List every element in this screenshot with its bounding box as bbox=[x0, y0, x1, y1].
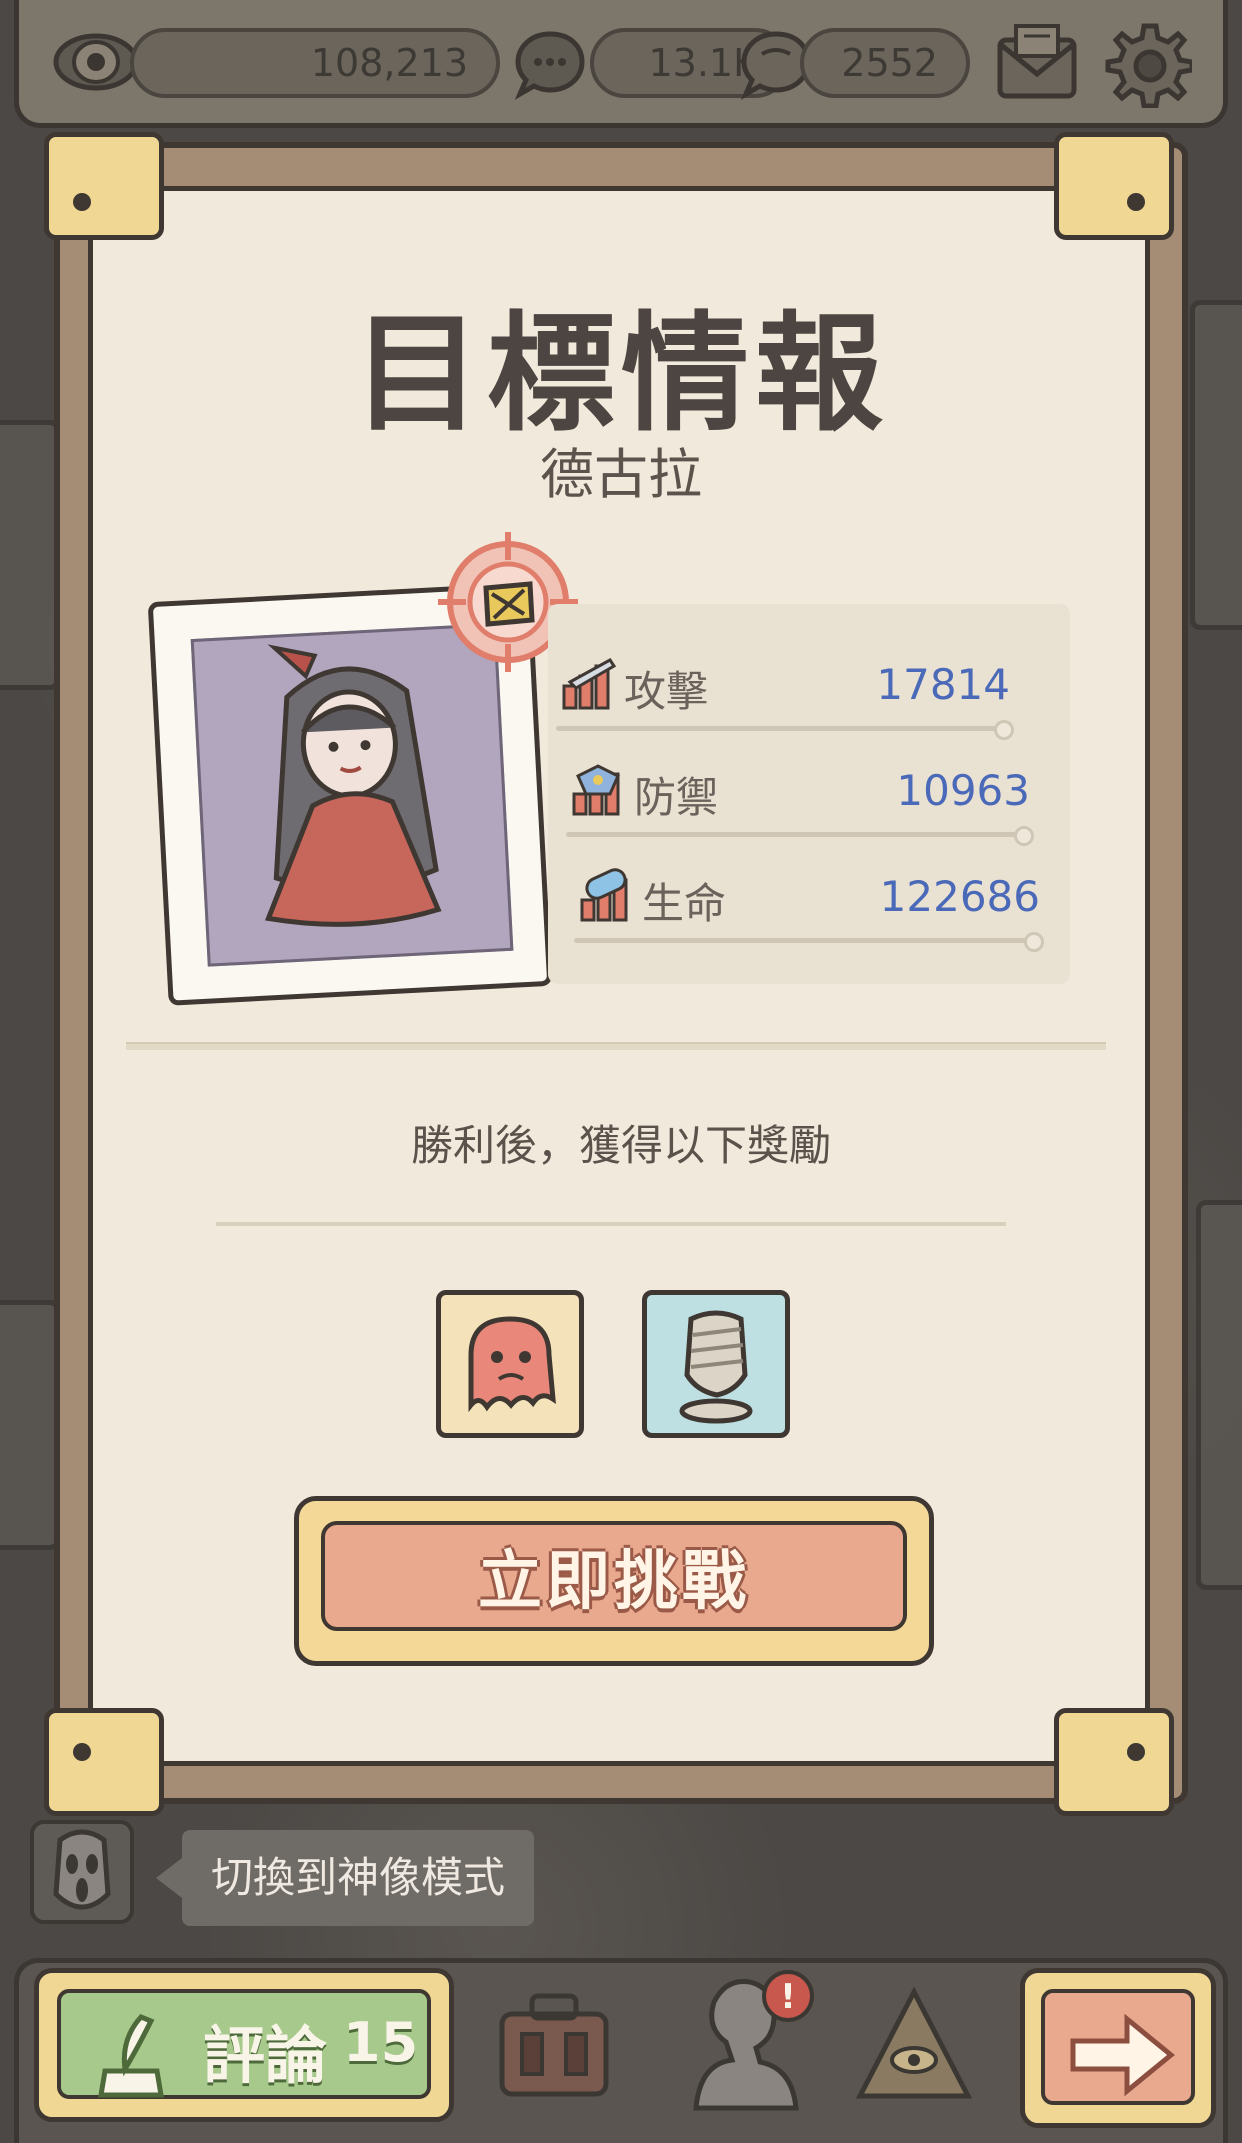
frame-corner bbox=[1054, 1708, 1174, 1816]
stat-bar bbox=[566, 832, 1026, 837]
sword-attack-icon bbox=[560, 656, 618, 712]
stat-value: 10963 bbox=[896, 766, 1030, 815]
pill-health-icon bbox=[578, 868, 636, 924]
views-counter: 108,213 bbox=[130, 28, 500, 98]
statue-bust-icon[interactable]: ! bbox=[676, 1968, 816, 2118]
frame-corner bbox=[44, 1708, 164, 1816]
reward-underline bbox=[216, 1222, 1006, 1226]
pyramid-eye-icon[interactable] bbox=[852, 1984, 976, 2108]
mummy-reward-icon[interactable] bbox=[642, 1290, 790, 1438]
stat-bar-knob bbox=[1024, 932, 1044, 952]
panel-title: 目標情報 bbox=[352, 300, 889, 449]
shield-defense-icon bbox=[570, 762, 628, 818]
arrow-right-icon bbox=[1070, 2013, 1175, 2097]
stats-panel: 攻擊 17814 防禦 10963 生命 122686 bbox=[548, 604, 1070, 984]
stat-label: 防禦 bbox=[634, 773, 719, 822]
stat-row-defense: 防禦 10963 bbox=[548, 746, 1070, 846]
comment-count: 15 bbox=[343, 2011, 419, 2074]
stat-value: 17814 bbox=[876, 660, 1010, 709]
speech-bubble-icon[interactable] bbox=[510, 24, 590, 104]
comment-label: 評論 bbox=[203, 2019, 328, 2092]
stat-label: 生命 bbox=[642, 879, 727, 928]
stat-value: 122686 bbox=[879, 872, 1040, 921]
briefcase-icon[interactable] bbox=[492, 1984, 616, 2108]
target-name: 德古拉 bbox=[540, 443, 702, 506]
section-divider bbox=[126, 1042, 1106, 1050]
replies-counter: 2552 bbox=[800, 28, 970, 98]
next-arrow-button[interactable] bbox=[1020, 1968, 1216, 2128]
frame-corner bbox=[44, 132, 164, 240]
stat-bar-knob bbox=[994, 720, 1014, 740]
stat-bar-knob bbox=[1014, 826, 1034, 846]
challenge-button-label: 立即挑戰 bbox=[478, 1545, 750, 1619]
stat-label: 攻擊 bbox=[624, 667, 709, 716]
stat-row-attack: 攻擊 17814 bbox=[548, 640, 1070, 740]
vampire-character-image bbox=[264, 644, 442, 927]
mode-tooltip: 切換到神像模式 bbox=[156, 1830, 534, 1926]
challenge-now-button[interactable]: 立即挑戰 bbox=[294, 1496, 934, 1666]
ghost-reward-icon[interactable] bbox=[436, 1290, 584, 1438]
stat-row-health: 生命 122686 bbox=[548, 852, 1070, 952]
stat-bar bbox=[556, 726, 1006, 731]
stat-bar bbox=[574, 938, 1036, 943]
reward-heading: 勝利後，獲得以下獎勵 bbox=[410, 1121, 831, 1170]
quill-ink-icon bbox=[98, 2014, 164, 2098]
scream-mask-icon bbox=[53, 1829, 111, 1910]
frame-corner bbox=[1054, 132, 1174, 240]
statue-mode-toggle[interactable] bbox=[30, 1820, 134, 1924]
svg-text:!: ! bbox=[780, 1977, 796, 2017]
mail-icon[interactable] bbox=[994, 22, 1080, 106]
gear-icon[interactable] bbox=[1104, 20, 1195, 109]
comment-button[interactable]: 評論 15 bbox=[34, 1968, 454, 2122]
